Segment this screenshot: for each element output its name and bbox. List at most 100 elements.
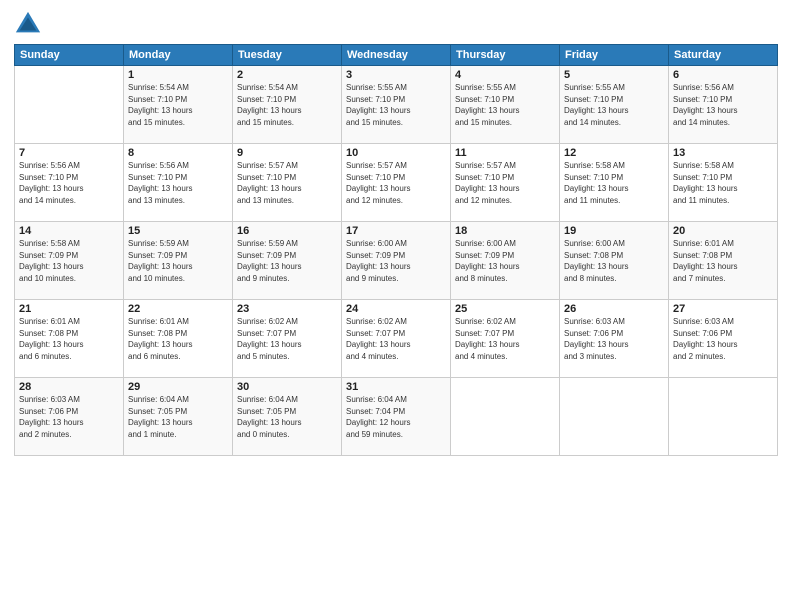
calendar-week-3: 14Sunrise: 5:58 AM Sunset: 7:09 PM Dayli… — [15, 222, 778, 300]
calendar-cell: 15Sunrise: 5:59 AM Sunset: 7:09 PM Dayli… — [124, 222, 233, 300]
day-number: 24 — [346, 303, 446, 315]
day-number: 30 — [237, 381, 337, 393]
day-number: 25 — [455, 303, 555, 315]
day-number: 27 — [673, 303, 773, 315]
day-number: 8 — [128, 147, 228, 159]
day-info: Sunrise: 6:03 AM Sunset: 7:06 PM Dayligh… — [564, 316, 664, 362]
day-info: Sunrise: 5:57 AM Sunset: 7:10 PM Dayligh… — [455, 160, 555, 206]
calendar-cell: 8Sunrise: 5:56 AM Sunset: 7:10 PM Daylig… — [124, 144, 233, 222]
calendar-cell: 20Sunrise: 6:01 AM Sunset: 7:08 PM Dayli… — [669, 222, 778, 300]
day-info: Sunrise: 5:55 AM Sunset: 7:10 PM Dayligh… — [455, 82, 555, 128]
day-number: 19 — [564, 225, 664, 237]
day-info: Sunrise: 5:58 AM Sunset: 7:10 PM Dayligh… — [673, 160, 773, 206]
calendar-cell: 2Sunrise: 5:54 AM Sunset: 7:10 PM Daylig… — [233, 66, 342, 144]
calendar-cell: 17Sunrise: 6:00 AM Sunset: 7:09 PM Dayli… — [342, 222, 451, 300]
calendar-cell — [560, 378, 669, 456]
day-number: 3 — [346, 69, 446, 81]
day-info: Sunrise: 6:03 AM Sunset: 7:06 PM Dayligh… — [19, 394, 119, 440]
day-info: Sunrise: 6:04 AM Sunset: 7:04 PM Dayligh… — [346, 394, 446, 440]
calendar-cell: 29Sunrise: 6:04 AM Sunset: 7:05 PM Dayli… — [124, 378, 233, 456]
calendar-week-1: 1 Sunrise: 5:54 AM Sunset: 7:10 PM Daylig… — [15, 66, 778, 144]
day-number: 1 — [128, 69, 228, 81]
day-info: Sunrise: 6:04 AM Sunset: 7:05 PM Dayligh… — [237, 394, 337, 440]
weekday-saturday: Saturday — [669, 45, 778, 66]
calendar-cell: 5Sunrise: 5:55 AM Sunset: 7:10 PM Daylig… — [560, 66, 669, 144]
day-number: 31 — [346, 381, 446, 393]
day-info: Sunrise: 5:57 AM Sunset: 7:10 PM Dayligh… — [346, 160, 446, 206]
calendar-cell — [15, 66, 124, 144]
calendar-cell — [451, 378, 560, 456]
day-info: Sunrise: 5:54 AM Sunset: 7:10 PM Dayligh… — [237, 82, 337, 128]
header — [14, 10, 778, 38]
calendar-cell — [669, 378, 778, 456]
day-info: Sunrise: 6:00 AM Sunset: 7:08 PM Dayligh… — [564, 238, 664, 284]
day-number: 2 — [237, 69, 337, 81]
day-info: Sunrise: 5:58 AM Sunset: 7:10 PM Dayligh… — [564, 160, 664, 206]
calendar-cell: 3Sunrise: 5:55 AM Sunset: 7:10 PM Daylig… — [342, 66, 451, 144]
day-number: 11 — [455, 147, 555, 159]
day-info: Sunrise: 5:56 AM Sunset: 7:10 PM Dayligh… — [19, 160, 119, 206]
calendar-cell: 13Sunrise: 5:58 AM Sunset: 7:10 PM Dayli… — [669, 144, 778, 222]
day-info: Sunrise: 5:55 AM Sunset: 7:10 PM Dayligh… — [564, 82, 664, 128]
calendar-week-2: 7Sunrise: 5:56 AM Sunset: 7:10 PM Daylig… — [15, 144, 778, 222]
weekday-tuesday: Tuesday — [233, 45, 342, 66]
day-number: 28 — [19, 381, 119, 393]
day-number: 13 — [673, 147, 773, 159]
day-number: 23 — [237, 303, 337, 315]
day-info: Sunrise: 6:01 AM Sunset: 7:08 PM Dayligh… — [128, 316, 228, 362]
day-number: 21 — [19, 303, 119, 315]
weekday-header-row: SundayMondayTuesdayWednesdayThursdayFrid… — [15, 45, 778, 66]
day-number: 10 — [346, 147, 446, 159]
day-number: 17 — [346, 225, 446, 237]
calendar-cell: 26Sunrise: 6:03 AM Sunset: 7:06 PM Dayli… — [560, 300, 669, 378]
calendar-cell: 10Sunrise: 5:57 AM Sunset: 7:10 PM Dayli… — [342, 144, 451, 222]
weekday-sunday: Sunday — [15, 45, 124, 66]
day-number: 12 — [564, 147, 664, 159]
day-info: Sunrise: 6:01 AM Sunset: 7:08 PM Dayligh… — [19, 316, 119, 362]
day-number: 4 — [455, 69, 555, 81]
page: SundayMondayTuesdayWednesdayThursdayFrid… — [0, 0, 792, 612]
calendar-cell: 28Sunrise: 6:03 AM Sunset: 7:06 PM Dayli… — [15, 378, 124, 456]
weekday-thursday: Thursday — [451, 45, 560, 66]
day-info: Sunrise: 5:55 AM Sunset: 7:10 PM Dayligh… — [346, 82, 446, 128]
day-info: Sunrise: 5:57 AM Sunset: 7:10 PM Dayligh… — [237, 160, 337, 206]
day-number: 6 — [673, 69, 773, 81]
calendar-cell: 19Sunrise: 6:00 AM Sunset: 7:08 PM Dayli… — [560, 222, 669, 300]
day-number: 16 — [237, 225, 337, 237]
calendar-cell: 7Sunrise: 5:56 AM Sunset: 7:10 PM Daylig… — [15, 144, 124, 222]
day-number: 15 — [128, 225, 228, 237]
calendar-cell: 6Sunrise: 5:56 AM Sunset: 7:10 PM Daylig… — [669, 66, 778, 144]
calendar-table: SundayMondayTuesdayWednesdayThursdayFrid… — [14, 44, 778, 456]
day-info: Sunrise: 6:02 AM Sunset: 7:07 PM Dayligh… — [237, 316, 337, 362]
logo-icon — [14, 10, 42, 38]
calendar-week-4: 21Sunrise: 6:01 AM Sunset: 7:08 PM Dayli… — [15, 300, 778, 378]
day-info: Sunrise: 6:02 AM Sunset: 7:07 PM Dayligh… — [346, 316, 446, 362]
day-number: 7 — [19, 147, 119, 159]
calendar-cell: 12Sunrise: 5:58 AM Sunset: 7:10 PM Dayli… — [560, 144, 669, 222]
day-info: Sunrise: 6:04 AM Sunset: 7:05 PM Dayligh… — [128, 394, 228, 440]
weekday-friday: Friday — [560, 45, 669, 66]
calendar-cell: 31Sunrise: 6:04 AM Sunset: 7:04 PM Dayli… — [342, 378, 451, 456]
calendar-cell: 25Sunrise: 6:02 AM Sunset: 7:07 PM Dayli… — [451, 300, 560, 378]
day-info: Sunrise: 5:59 AM Sunset: 7:09 PM Dayligh… — [128, 238, 228, 284]
calendar-cell: 9Sunrise: 5:57 AM Sunset: 7:10 PM Daylig… — [233, 144, 342, 222]
calendar-cell: 27Sunrise: 6:03 AM Sunset: 7:06 PM Dayli… — [669, 300, 778, 378]
calendar-cell: 23Sunrise: 6:02 AM Sunset: 7:07 PM Dayli… — [233, 300, 342, 378]
day-info: Sunrise: 6:01 AM Sunset: 7:08 PM Dayligh… — [673, 238, 773, 284]
calendar-cell: 24Sunrise: 6:02 AM Sunset: 7:07 PM Dayli… — [342, 300, 451, 378]
day-info: Sunrise: 5:59 AM Sunset: 7:09 PM Dayligh… — [237, 238, 337, 284]
day-info: Sunrise: 5:56 AM Sunset: 7:10 PM Dayligh… — [673, 82, 773, 128]
calendar-cell: 1Sunrise: 5:54 AM Sunset: 7:10 PM Daylig… — [124, 66, 233, 144]
day-number: 14 — [19, 225, 119, 237]
day-number: 5 — [564, 69, 664, 81]
day-info: Sunrise: 6:02 AM Sunset: 7:07 PM Dayligh… — [455, 316, 555, 362]
calendar-cell: 30Sunrise: 6:04 AM Sunset: 7:05 PM Dayli… — [233, 378, 342, 456]
calendar-cell: 11Sunrise: 5:57 AM Sunset: 7:10 PM Dayli… — [451, 144, 560, 222]
calendar-cell: 16Sunrise: 5:59 AM Sunset: 7:09 PM Dayli… — [233, 222, 342, 300]
day-info: Sunrise: 6:03 AM Sunset: 7:06 PM Dayligh… — [673, 316, 773, 362]
day-info: Sunrise: 5:56 AM Sunset: 7:10 PM Dayligh… — [128, 160, 228, 206]
weekday-monday: Monday — [124, 45, 233, 66]
logo — [14, 10, 46, 38]
day-number: 22 — [128, 303, 228, 315]
calendar-body: 1 Sunrise: 5:54 AM Sunset: 7:10 PM Daylig… — [15, 66, 778, 456]
